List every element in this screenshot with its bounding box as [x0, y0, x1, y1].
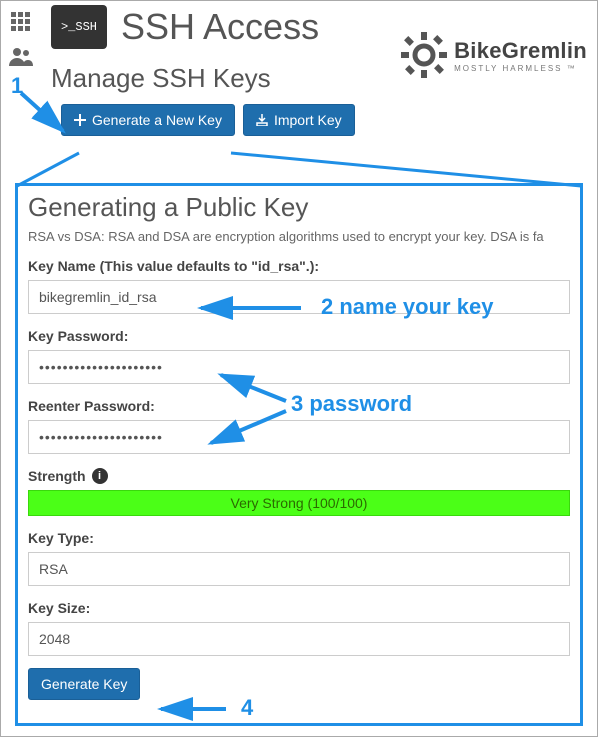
ssh-logo-icon: >_SSH — [51, 5, 107, 49]
import-key-label: Import Key — [274, 112, 342, 128]
gear-icon — [400, 31, 448, 79]
key-name-label: Key Name (This value defaults to "id_rsa… — [28, 258, 570, 274]
generate-new-key-label: Generate a New Key — [92, 112, 222, 128]
import-icon — [256, 114, 268, 126]
key-size-select[interactable] — [28, 622, 570, 656]
key-password-input[interactable] — [28, 350, 570, 384]
key-type-label: Key Type: — [28, 530, 570, 546]
apps-grid-icon[interactable] — [1, 5, 41, 39]
page-title: SSH Access — [121, 6, 319, 48]
reenter-password-label: Reenter Password: — [28, 398, 570, 414]
brand-tagline: MOSTLY HARMLESS ™ — [454, 64, 587, 73]
generate-key-label: Generate Key — [41, 676, 127, 692]
strength-meter: Very Strong (100/100) — [28, 490, 570, 516]
import-key-button[interactable]: Import Key — [243, 104, 355, 136]
plus-icon — [74, 114, 86, 126]
strength-label: Strength i — [28, 468, 570, 484]
brand-name: BikeGremlin — [454, 38, 587, 64]
generate-new-key-button[interactable]: Generate a New Key — [61, 104, 235, 136]
strength-label-text: Strength — [28, 468, 86, 484]
key-password-label: Key Password: — [28, 328, 570, 344]
generate-key-button[interactable]: Generate Key — [28, 668, 140, 700]
panel-title: Generating a Public Key — [28, 192, 570, 223]
users-icon[interactable] — [1, 39, 41, 73]
key-name-input[interactable] — [28, 280, 570, 314]
brand-logo: BikeGremlin MOSTLY HARMLESS ™ — [400, 31, 587, 79]
sidebar — [1, 1, 41, 171]
info-icon[interactable]: i — [92, 468, 108, 484]
key-type-select[interactable] — [28, 552, 570, 586]
key-size-label: Key Size: — [28, 600, 570, 616]
generate-key-panel: Generating a Public Key RSA vs DSA: RSA … — [15, 183, 583, 726]
reenter-password-input[interactable] — [28, 420, 570, 454]
panel-description: RSA vs DSA: RSA and DSA are encryption a… — [28, 229, 570, 244]
